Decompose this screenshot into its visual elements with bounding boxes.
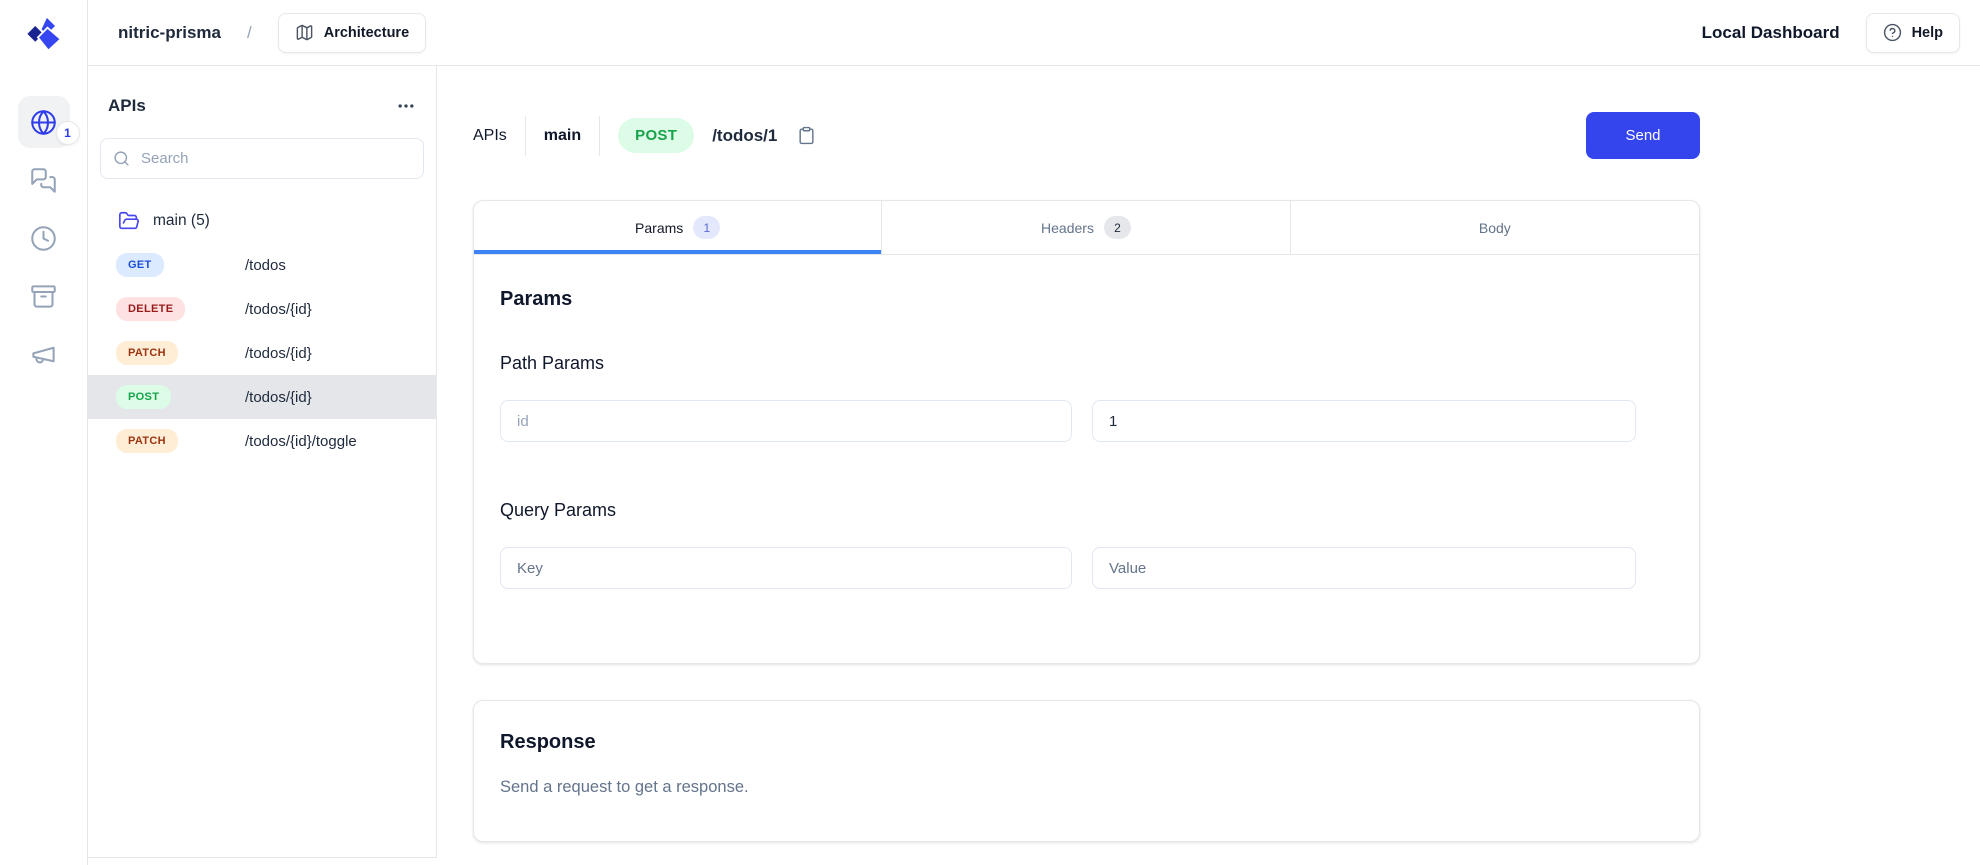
project-name: nitric-prisma (118, 23, 221, 43)
method-badge: PATCH (116, 341, 178, 365)
tab-params-label: Params (635, 220, 683, 236)
request-path: /todos/1 (712, 126, 777, 146)
request-method-badge: POST (618, 118, 694, 153)
query-params-row (500, 547, 1673, 589)
request-breadcrumb: APIs main POST /todos/1 (473, 116, 818, 156)
sidebar-title: APIs (108, 96, 146, 116)
nitric-logo-icon (23, 12, 65, 54)
breadcrumb-separator: / (247, 23, 252, 43)
rail-item-topics[interactable] (18, 328, 70, 380)
breadcrumb-divider (525, 116, 526, 156)
dashboard-title: Local Dashboard (1702, 23, 1840, 43)
method-badge: PATCH (116, 429, 178, 453)
query-param-key-input[interactable] (500, 547, 1072, 589)
search-input[interactable] (100, 138, 424, 179)
endpoint-item-get-todos[interactable]: GET /todos (88, 243, 436, 287)
copy-path-button[interactable] (795, 124, 818, 147)
architecture-button-label: Architecture (324, 25, 409, 41)
method-badge: GET (116, 253, 164, 277)
response-empty-message: Send a request to get a response. (500, 778, 1673, 797)
tab-params[interactable]: Params 1 (474, 201, 882, 254)
rail-item-apis[interactable]: 1 (18, 96, 70, 148)
request-card: Params 1 Headers 2 Body (473, 200, 1700, 664)
api-group-label: main (5) (153, 212, 210, 230)
tab-body[interactable]: Body (1291, 201, 1699, 254)
endpoint-path: /todos (245, 257, 286, 274)
endpoint-path: /todos/{id} (245, 301, 312, 318)
tab-headers-badge: 2 (1104, 216, 1131, 239)
rail-item-websockets[interactable] (18, 154, 70, 206)
endpoint-list: GET /todos DELETE /todos/{id} PATCH /tod… (88, 243, 436, 463)
path-param-value-input[interactable] (1092, 400, 1636, 442)
path-params-row (500, 400, 1673, 442)
path-params-title: Path Params (500, 353, 1673, 374)
chat-bubbles-icon (30, 167, 57, 194)
apis-count-badge: 1 (56, 121, 80, 145)
megaphone-icon (30, 341, 57, 368)
ellipsis-icon (396, 96, 416, 116)
tab-params-badge: 1 (693, 216, 720, 239)
help-button-label: Help (1912, 25, 1943, 41)
endpoint-path: /todos/{id} (245, 345, 312, 362)
response-card: Response Send a request to get a respons… (473, 700, 1700, 842)
endpoint-path: /todos/{id}/toggle (245, 433, 357, 450)
query-params-title: Query Params (500, 500, 1673, 521)
api-group-main[interactable]: main (5) (100, 201, 424, 241)
rail-nav: 1 (18, 96, 70, 380)
params-title: Params (500, 288, 1673, 311)
endpoint-item-patch-toggle[interactable]: PATCH /todos/{id}/toggle (88, 419, 436, 463)
method-badge: DELETE (116, 297, 185, 321)
rail-item-schedules[interactable] (18, 212, 70, 264)
breadcrumb-divider (599, 116, 600, 156)
map-icon (295, 23, 314, 42)
clock-icon (30, 225, 57, 252)
folder-open-icon (118, 210, 140, 232)
tab-headers-label: Headers (1041, 220, 1094, 236)
architecture-button[interactable]: Architecture (278, 13, 426, 53)
archive-icon (30, 283, 57, 310)
nitric-logo[interactable] (0, 0, 87, 66)
rail-item-storage[interactable] (18, 270, 70, 322)
path-param-name-input[interactable] (500, 400, 1072, 442)
send-button[interactable]: Send (1586, 112, 1700, 159)
icon-rail: 1 (0, 0, 88, 865)
apis-sidebar: APIs main (88, 66, 437, 858)
main-panel: APIs main POST /todos/1 (437, 66, 1980, 865)
request-tabs: Params 1 Headers 2 Body (474, 201, 1699, 255)
tab-headers[interactable]: Headers 2 (882, 201, 1290, 254)
help-button[interactable]: Help (1866, 13, 1960, 53)
endpoint-item-post-todo[interactable]: POST /todos/{id} (88, 375, 436, 419)
sidebar-menu-button[interactable] (392, 92, 420, 120)
endpoint-path: /todos/{id} (245, 389, 312, 406)
help-circle-icon (1883, 23, 1902, 42)
breadcrumb-group: main (544, 127, 581, 145)
endpoint-item-patch-todo[interactable]: PATCH /todos/{id} (88, 331, 436, 375)
globe-icon (30, 109, 57, 136)
topbar: nitric-prisma / Architecture Local Dashb… (88, 0, 1980, 66)
query-param-value-input[interactable] (1092, 547, 1636, 589)
response-title: Response (500, 731, 1673, 754)
clipboard-icon (797, 126, 816, 145)
breadcrumb-section: APIs (473, 127, 507, 145)
tab-body-label: Body (1479, 220, 1511, 236)
endpoint-item-delete-todo[interactable]: DELETE /todos/{id} (88, 287, 436, 331)
method-badge: POST (116, 385, 171, 409)
app-root: 1 (0, 0, 1980, 865)
